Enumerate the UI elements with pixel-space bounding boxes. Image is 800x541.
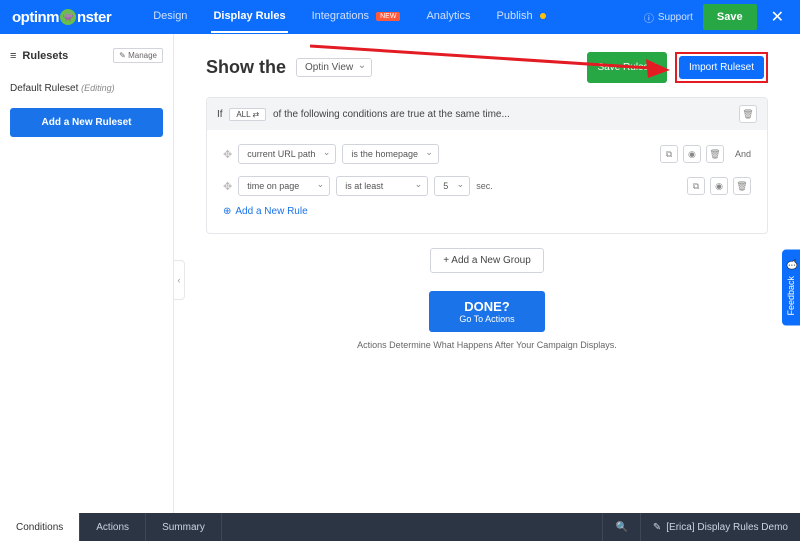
delete-rule-button[interactable]: 🗑 bbox=[706, 145, 724, 163]
manage-rulesets-button[interactable]: ✎ Manage bbox=[113, 48, 163, 63]
view-select[interactable]: Optin View bbox=[296, 58, 372, 77]
annotation-highlight: Import Ruleset bbox=[675, 52, 768, 83]
nav-publish[interactable]: Publish bbox=[495, 1, 548, 33]
ruleset-editing-label: (Editing) bbox=[81, 83, 115, 93]
seconds-label: sec. bbox=[476, 181, 493, 191]
brand-mascot-icon: 👾 bbox=[60, 9, 76, 25]
help-icon: ⓘ bbox=[644, 10, 654, 25]
campaign-name: [Erica] Display Rules Demo bbox=[666, 522, 788, 533]
copy-rule-button[interactable]: ⧉ bbox=[687, 177, 705, 195]
page-title: Show the bbox=[206, 57, 286, 78]
sidebar-collapse-handle[interactable]: ‹ bbox=[173, 260, 185, 300]
publish-status-dot-icon bbox=[540, 13, 546, 19]
toggle-rule-button[interactable]: ◉ bbox=[683, 145, 701, 163]
add-rule-label: Add a New Rule bbox=[235, 206, 307, 217]
conditions-label: of the following conditions are true at … bbox=[273, 109, 510, 120]
brand-logo: optinm 👾 nster bbox=[12, 9, 111, 26]
copy-rule-button[interactable]: ⧉ bbox=[660, 145, 678, 163]
delete-group-button[interactable]: 🗑 bbox=[739, 105, 757, 123]
done-label: DONE? bbox=[459, 299, 514, 314]
drag-handle-icon[interactable]: ✥ bbox=[223, 180, 232, 193]
delete-rule-button[interactable]: 🗑 bbox=[733, 177, 751, 195]
search-icon: 🔍 bbox=[615, 522, 627, 533]
bottom-tab-actions[interactable]: Actions bbox=[80, 513, 146, 541]
actions-hint: Actions Determine What Happens After You… bbox=[206, 340, 768, 350]
drag-handle-icon[interactable]: ✥ bbox=[223, 148, 232, 161]
sidebar-title: Rulesets bbox=[22, 50, 68, 62]
feedback-tab[interactable]: Feedback 💬 bbox=[782, 250, 800, 326]
save-ruleset-button[interactable]: Save Ruleset bbox=[587, 52, 666, 83]
brand-post: nster bbox=[77, 9, 111, 26]
nav-publish-label: Publish bbox=[497, 10, 533, 22]
done-go-to-actions-button[interactable]: DONE? Go To Actions bbox=[429, 291, 544, 332]
pencil-icon: ✎ bbox=[653, 522, 661, 533]
support-link[interactable]: ⓘ Support bbox=[644, 10, 693, 25]
add-rule-link[interactable]: ⊕ Add a New Rule bbox=[223, 202, 308, 221]
brand-pre: optinm bbox=[12, 9, 59, 26]
import-ruleset-button[interactable]: Import Ruleset bbox=[679, 56, 764, 79]
nav-design[interactable]: Design bbox=[151, 1, 189, 33]
save-button[interactable]: Save bbox=[703, 4, 757, 30]
bottom-tab-summary[interactable]: Summary bbox=[146, 513, 222, 541]
toggle-rule-button[interactable]: ◉ bbox=[710, 177, 728, 195]
group-header-text: If ALL ⇄ of the following conditions are… bbox=[217, 109, 510, 120]
feedback-label: Feedback bbox=[786, 276, 796, 316]
match-mode-toggle[interactable]: ALL ⇄ bbox=[229, 108, 266, 121]
nav-display-rules[interactable]: Display Rules bbox=[211, 1, 287, 33]
rule-field-select[interactable]: time on page bbox=[238, 176, 330, 196]
nav-analytics[interactable]: Analytics bbox=[424, 1, 472, 33]
list-icon: ≡ bbox=[10, 50, 16, 62]
if-label: If bbox=[217, 109, 223, 120]
nav-integrations[interactable]: Integrations NEW bbox=[310, 1, 403, 33]
campaign-name-button[interactable]: ✎ [Erica] Display Rules Demo bbox=[640, 513, 800, 541]
rule-operator-select[interactable]: is at least bbox=[336, 176, 428, 196]
support-label: Support bbox=[658, 12, 693, 23]
add-ruleset-button[interactable]: Add a New Ruleset bbox=[10, 108, 163, 137]
close-button[interactable]: ✕ bbox=[767, 7, 788, 27]
rule-field-select[interactable]: current URL path bbox=[238, 144, 336, 164]
rule-row: ✥ current URL path is the homepage ⧉ ◉ 🗑… bbox=[223, 138, 751, 170]
nav-integrations-label: Integrations bbox=[312, 10, 369, 22]
rule-row: ✥ time on page is at least 5 sec. ⧉ ◉ 🗑 bbox=[223, 170, 751, 202]
condition-group: If ALL ⇄ of the following conditions are… bbox=[206, 97, 768, 234]
and-connector: And bbox=[735, 149, 751, 159]
ruleset-name: Default Ruleset bbox=[10, 83, 78, 94]
rule-value-input[interactable]: 5 bbox=[434, 176, 470, 196]
chat-icon: 💬 bbox=[786, 260, 796, 271]
rule-operator-select[interactable]: is the homepage bbox=[342, 144, 439, 164]
new-badge: NEW bbox=[376, 12, 400, 21]
add-group-button[interactable]: + Add a New Group bbox=[430, 248, 544, 273]
bottom-tab-conditions[interactable]: Conditions bbox=[0, 513, 80, 541]
ruleset-item[interactable]: Default Ruleset (Editing) bbox=[10, 73, 163, 108]
plus-circle-icon: ⊕ bbox=[223, 206, 231, 217]
go-to-actions-label: Go To Actions bbox=[459, 314, 514, 324]
bottom-search-button[interactable]: 🔍 bbox=[602, 513, 639, 541]
